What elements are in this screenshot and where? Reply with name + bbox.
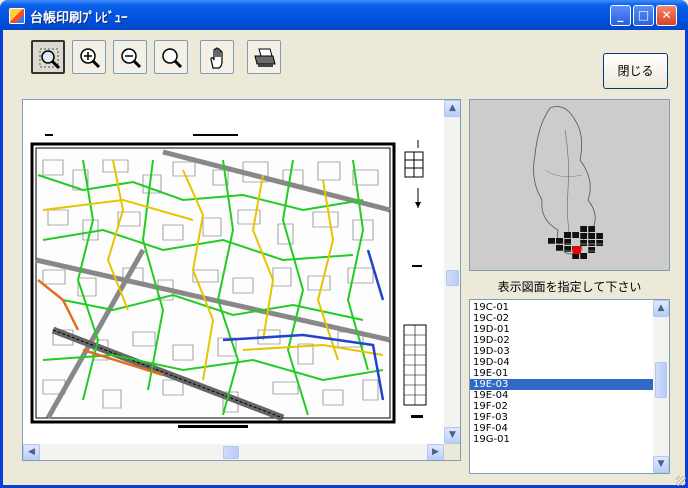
sheet-list-item[interactable]: 19C-01 — [470, 302, 653, 313]
sheet-list-items: 19C-01 19C-02 19D-01 19D-02 19D-03 19D-04 19E-… — [470, 302, 653, 445]
minimize-icon: _ — [617, 8, 624, 22]
scroll-up-arrow[interactable]: ▲ — [444, 100, 460, 117]
sheet-list-item[interactable]: 19G-01 — [470, 434, 653, 445]
preview-horizontal-scrollbar[interactable]: ◀ ▶ — [23, 444, 444, 460]
close-icon: ✕ — [661, 8, 672, 22]
close-window-button[interactable]: ✕ — [656, 5, 677, 26]
overview-map[interactable] — [469, 99, 670, 271]
minimize-button[interactable]: _ — [610, 5, 631, 26]
sheet-list-item[interactable]: 19E-01 — [470, 368, 653, 379]
magnifier-icon — [162, 48, 183, 69]
zoom-area-tool-button[interactable] — [31, 40, 65, 74]
magnifier-button[interactable] — [154, 40, 188, 74]
sheet-listbox[interactable]: 19C-01 19C-02 19D-01 19D-02 19D-03 19D-04 19E-… — [469, 299, 670, 474]
list-scroll-down-arrow[interactable]: ▼ — [653, 456, 669, 473]
chevron-up-icon: ▲ — [657, 303, 665, 313]
scroll-left-arrow[interactable]: ◀ — [23, 444, 40, 460]
sheet-list-item[interactable]: 19F-02 — [470, 401, 653, 412]
hand-icon — [210, 47, 223, 69]
preview-vertical-scrollbar[interactable]: ▲ ▼ — [444, 100, 460, 444]
title-bar[interactable]: 台帳印刷ﾌﾟﾚﾋﾞｭｰ _ □ ✕ — [0, 0, 688, 30]
map-preview[interactable]: ▲ ▼ ◀ ▶ — [22, 99, 461, 461]
scroll-corner — [444, 444, 460, 460]
map-sheet-drawing — [23, 100, 444, 444]
scroll-right-arrow[interactable]: ▶ — [427, 444, 444, 460]
sheet-list-item[interactable]: 19F-04 — [470, 423, 653, 434]
chevron-left-icon: ◀ — [28, 447, 35, 457]
sheet-list-item[interactable]: 19D-01 — [470, 324, 653, 335]
print-button[interactable] — [247, 40, 281, 74]
list-scroll-up-arrow[interactable]: ▲ — [653, 300, 669, 317]
chevron-down-icon: ▼ — [449, 430, 456, 440]
list-vertical-scrollbar[interactable]: ▲ ▼ — [653, 300, 669, 473]
zoom-area-icon — [39, 48, 61, 70]
sheet-list-item[interactable]: 19F-03 — [470, 412, 653, 423]
zoom-in-icon — [80, 48, 101, 69]
app-icon — [9, 8, 25, 24]
sheet-instruction-label: 表示図面を指定して下さい — [497, 280, 642, 294]
sheet-list-item[interactable]: 19D-02 — [470, 335, 653, 346]
zoom-out-button[interactable] — [113, 40, 147, 74]
close-button[interactable]: 閉じる — [603, 53, 668, 89]
zoom-in-button[interactable] — [72, 40, 106, 74]
sheet-list-item[interactable]: 19D-03 — [470, 346, 653, 357]
sheet-list-item[interactable]: 19C-02 — [470, 313, 653, 324]
list-scroll-thumb[interactable] — [655, 362, 667, 398]
window-title: 台帳印刷ﾌﾟﾚﾋﾞｭｰ — [30, 11, 128, 26]
sheet-list-item[interactable]: 19E-04 — [470, 390, 653, 401]
zoom-out-icon — [121, 48, 142, 69]
sheet-list-item[interactable]: 19D-04 — [470, 357, 653, 368]
maximize-icon: □ — [637, 8, 650, 22]
resize-grip[interactable] — [676, 476, 686, 486]
maximize-button[interactable]: □ — [633, 5, 654, 26]
chevron-down-icon: ▼ — [657, 459, 665, 469]
pan-button[interactable] — [200, 40, 234, 74]
overview-outline — [533, 106, 603, 259]
chevron-up-icon: ▲ — [449, 103, 456, 113]
printer-icon — [254, 48, 276, 67]
sheet-list-item[interactable]: 19E-03 — [470, 379, 653, 390]
chevron-right-icon: ▶ — [432, 447, 439, 457]
horizontal-scroll-thumb[interactable] — [223, 446, 239, 459]
scroll-down-arrow[interactable]: ▼ — [444, 427, 460, 444]
vertical-scroll-thumb[interactable] — [446, 270, 459, 286]
